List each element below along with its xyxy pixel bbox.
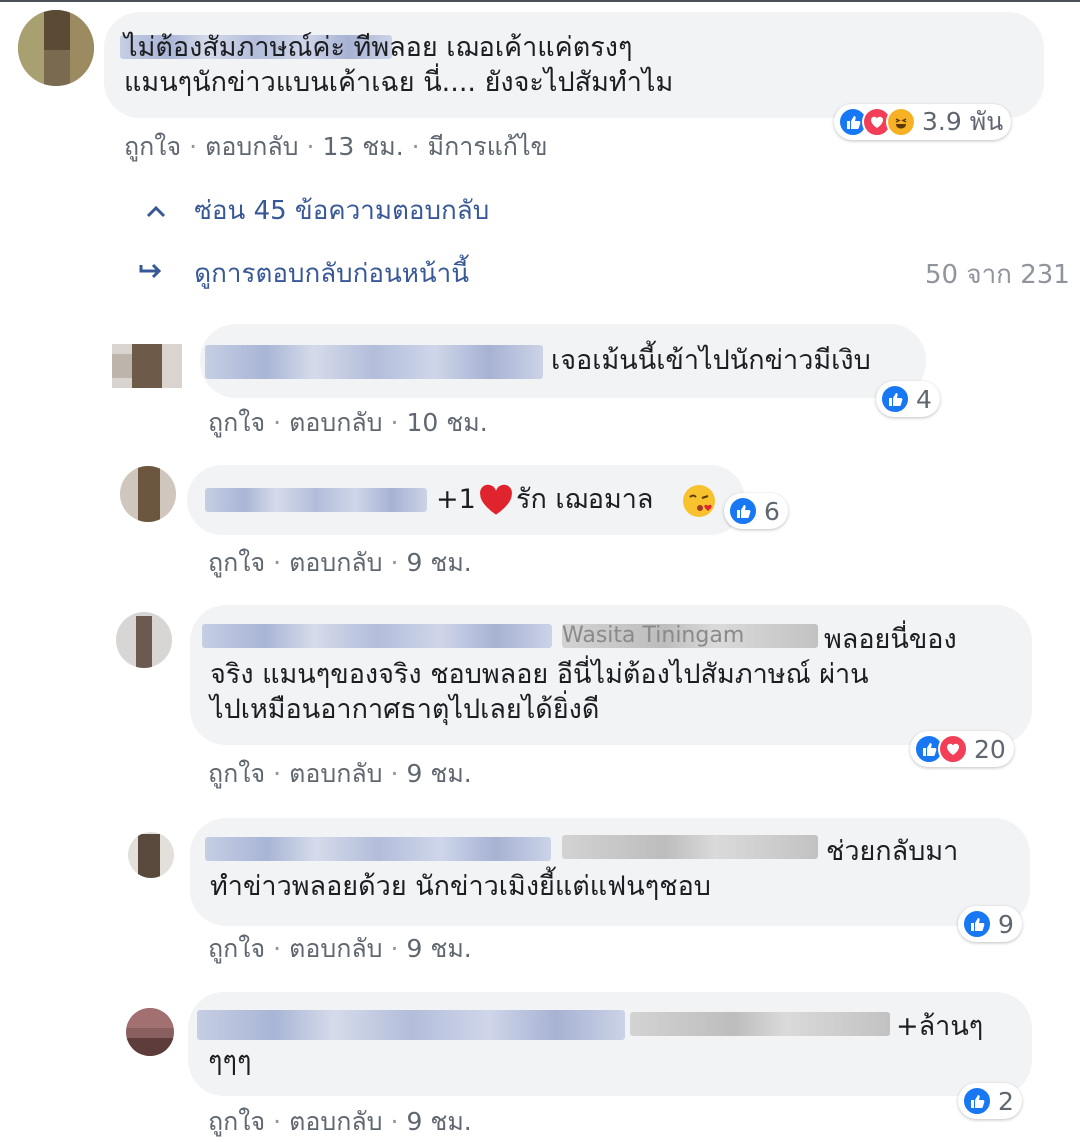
reaction-summary[interactable]: 9	[958, 906, 1022, 942]
avatar[interactable]	[18, 10, 94, 86]
top-divider	[0, 0, 1080, 2]
replier-name-blurred[interactable]	[205, 488, 427, 512]
hide-replies-label: ซ่อน 45 ข้อความตอบกลับ	[194, 196, 490, 226]
comment-actions: ถูกใจ · ตอบกลับ · 13 ชม. · มีการแก้ไข	[124, 132, 548, 161]
like-action[interactable]: ถูกใจ	[208, 934, 265, 963]
reaction-count: 3.9 พัน	[922, 107, 1004, 136]
like-action[interactable]: ถูกใจ	[208, 548, 265, 577]
reaction-summary[interactable]: 4	[876, 381, 940, 417]
reply-action[interactable]: ตอบกลับ	[205, 132, 298, 161]
comment-text: ไม่ต้องสัมภาษณ์ค่ะ ทีพลอย เฌอเค้าแค่ตรงๆ…	[124, 32, 674, 98]
like-action[interactable]: ถูกใจ	[124, 132, 181, 161]
avatar[interactable]	[126, 1008, 174, 1056]
avatar[interactable]	[120, 466, 176, 522]
reply-text: ช่วยกลับมา ทำข่าวพลอยด้วย นักข่าวเมิงยี้…	[210, 836, 959, 902]
reply-text-prefix: +1	[436, 484, 476, 515]
timestamp[interactable]: 13 ชม.	[323, 132, 404, 161]
avatar[interactable]	[112, 344, 182, 388]
reply-action[interactable]: ตอบกลับ	[289, 408, 382, 437]
reaction-count: 20	[974, 734, 1006, 764]
heart-emoji-icon	[478, 484, 514, 520]
reply-text: เจอเม้นนี้เข้าไปนักข่าวมีเงิบ	[551, 345, 871, 376]
like-action[interactable]: ถูกใจ	[208, 759, 265, 788]
timestamp[interactable]: 10 ชม.	[407, 408, 488, 437]
reply-actions: ถูกใจ · ตอบกลับ · 10 ชม.	[208, 408, 488, 437]
reaction-summary[interactable]: 2	[958, 1083, 1022, 1119]
haha-icon	[886, 107, 916, 137]
timestamp[interactable]: 9 ชม.	[407, 548, 472, 577]
previous-replies-link[interactable]: ดูการตอบกลับก่อนหน้านี้	[138, 253, 469, 294]
kiss-emoji-icon	[682, 484, 716, 522]
like-icon	[728, 496, 758, 526]
reply-action[interactable]: ตอบกลับ	[289, 759, 382, 788]
replier-name-blurred[interactable]	[205, 345, 543, 379]
reply-text: รัก เฌอมาล	[516, 484, 654, 515]
like-action[interactable]: ถูกใจ	[208, 408, 265, 437]
previous-replies-label: ดูการตอบกลับก่อนหน้านี้	[194, 259, 470, 289]
reply-actions: ถูกใจ · ตอบกลับ · 9 ชม.	[208, 1107, 472, 1136]
reaction-summary[interactable]: 3.9 พัน	[834, 104, 1012, 140]
timestamp[interactable]: 9 ชม.	[407, 934, 472, 963]
love-icon	[938, 734, 968, 764]
reply-action[interactable]: ตอบกลับ	[289, 548, 382, 577]
reply-text: พลอยนี่ของ จริง แมนๆของจริง ชอบพลอย อีนี…	[210, 624, 957, 725]
like-icon	[962, 909, 992, 939]
hide-replies-link[interactable]: ซ่อน 45 ข้อความตอบกลับ	[146, 190, 489, 231]
reaction-count: 4	[916, 384, 932, 414]
timestamp[interactable]: 9 ชม.	[407, 759, 472, 788]
avatar[interactable]	[128, 832, 174, 878]
reply-actions: ถูกใจ · ตอบกลับ · 9 ชม.	[208, 759, 472, 788]
reaction-count: 9	[998, 909, 1014, 939]
like-icon	[880, 384, 910, 414]
timestamp[interactable]: 9 ชม.	[407, 1107, 472, 1136]
reaction-count: 6	[764, 496, 780, 526]
reaction-summary[interactable]: 20	[910, 731, 1014, 767]
edited-label[interactable]: มีการแก้ไข	[428, 132, 548, 161]
like-action[interactable]: ถูกใจ	[208, 1107, 265, 1136]
avatar[interactable]	[116, 612, 172, 668]
reply-actions: ถูกใจ · ตอบกลับ · 9 ชม.	[208, 934, 472, 963]
reply-arrow-icon	[138, 259, 168, 289]
chevron-up-icon	[146, 196, 172, 226]
like-icon	[962, 1086, 992, 1116]
reply-count: 50 จาก 231	[925, 260, 1070, 290]
reaction-summary[interactable]: 6	[724, 493, 788, 529]
reply-action[interactable]: ตอบกลับ	[289, 1107, 382, 1136]
reply-action[interactable]: ตอบกลับ	[289, 934, 382, 963]
reaction-count: 2	[998, 1086, 1014, 1116]
reply-text: +ล้านๆ ๆๆๆ	[208, 1011, 984, 1077]
reply-actions: ถูกใจ · ตอบกลับ · 9 ชม.	[208, 548, 472, 577]
